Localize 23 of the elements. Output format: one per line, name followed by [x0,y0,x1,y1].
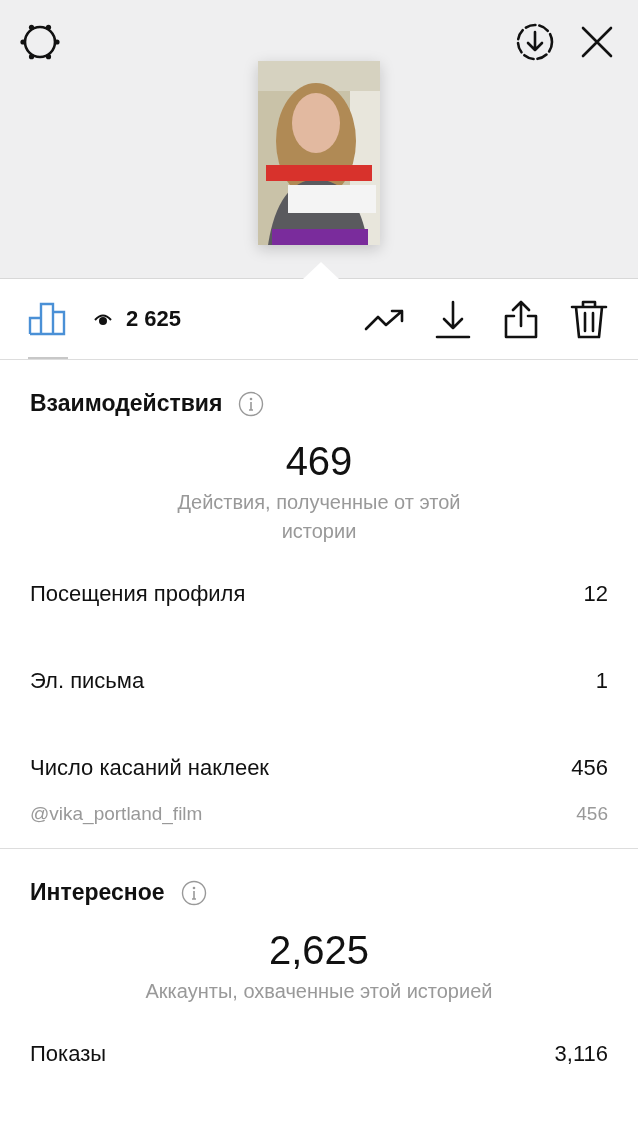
metric-value: 3,116 [554,1040,608,1068]
info-icon[interactable] [180,879,207,906]
total-value: 2,625 [267,928,371,973]
pointer-notch [303,262,339,279]
info-icon[interactable] [238,390,265,417]
metric-value: 456 [571,754,608,782]
metric-label: Показы [30,1040,107,1068]
metric-label: @vika_portland_film [30,802,203,827]
total-caption: Действия, полученные от этой истории [176,490,462,544]
total-caption: Аккаунты, охваченные этой историей [144,979,494,1004]
metric-label: Эл. письма [30,667,145,695]
section-title: Интересное [30,879,165,906]
eye-icon [94,312,112,326]
section-title: Взаимодействия [30,390,223,417]
metric-value: 12 [583,580,608,608]
metric-label: Посещения профиля [30,580,246,608]
total-value: 469 [284,439,354,484]
view-count: 2 625 [126,306,182,332]
metric-label: Число касаний наклеек [30,754,269,782]
metric-value: 1 [595,667,608,695]
trash-icon[interactable] [568,299,610,339]
close-icon[interactable] [579,24,615,60]
metric-value: 456 [576,802,608,826]
